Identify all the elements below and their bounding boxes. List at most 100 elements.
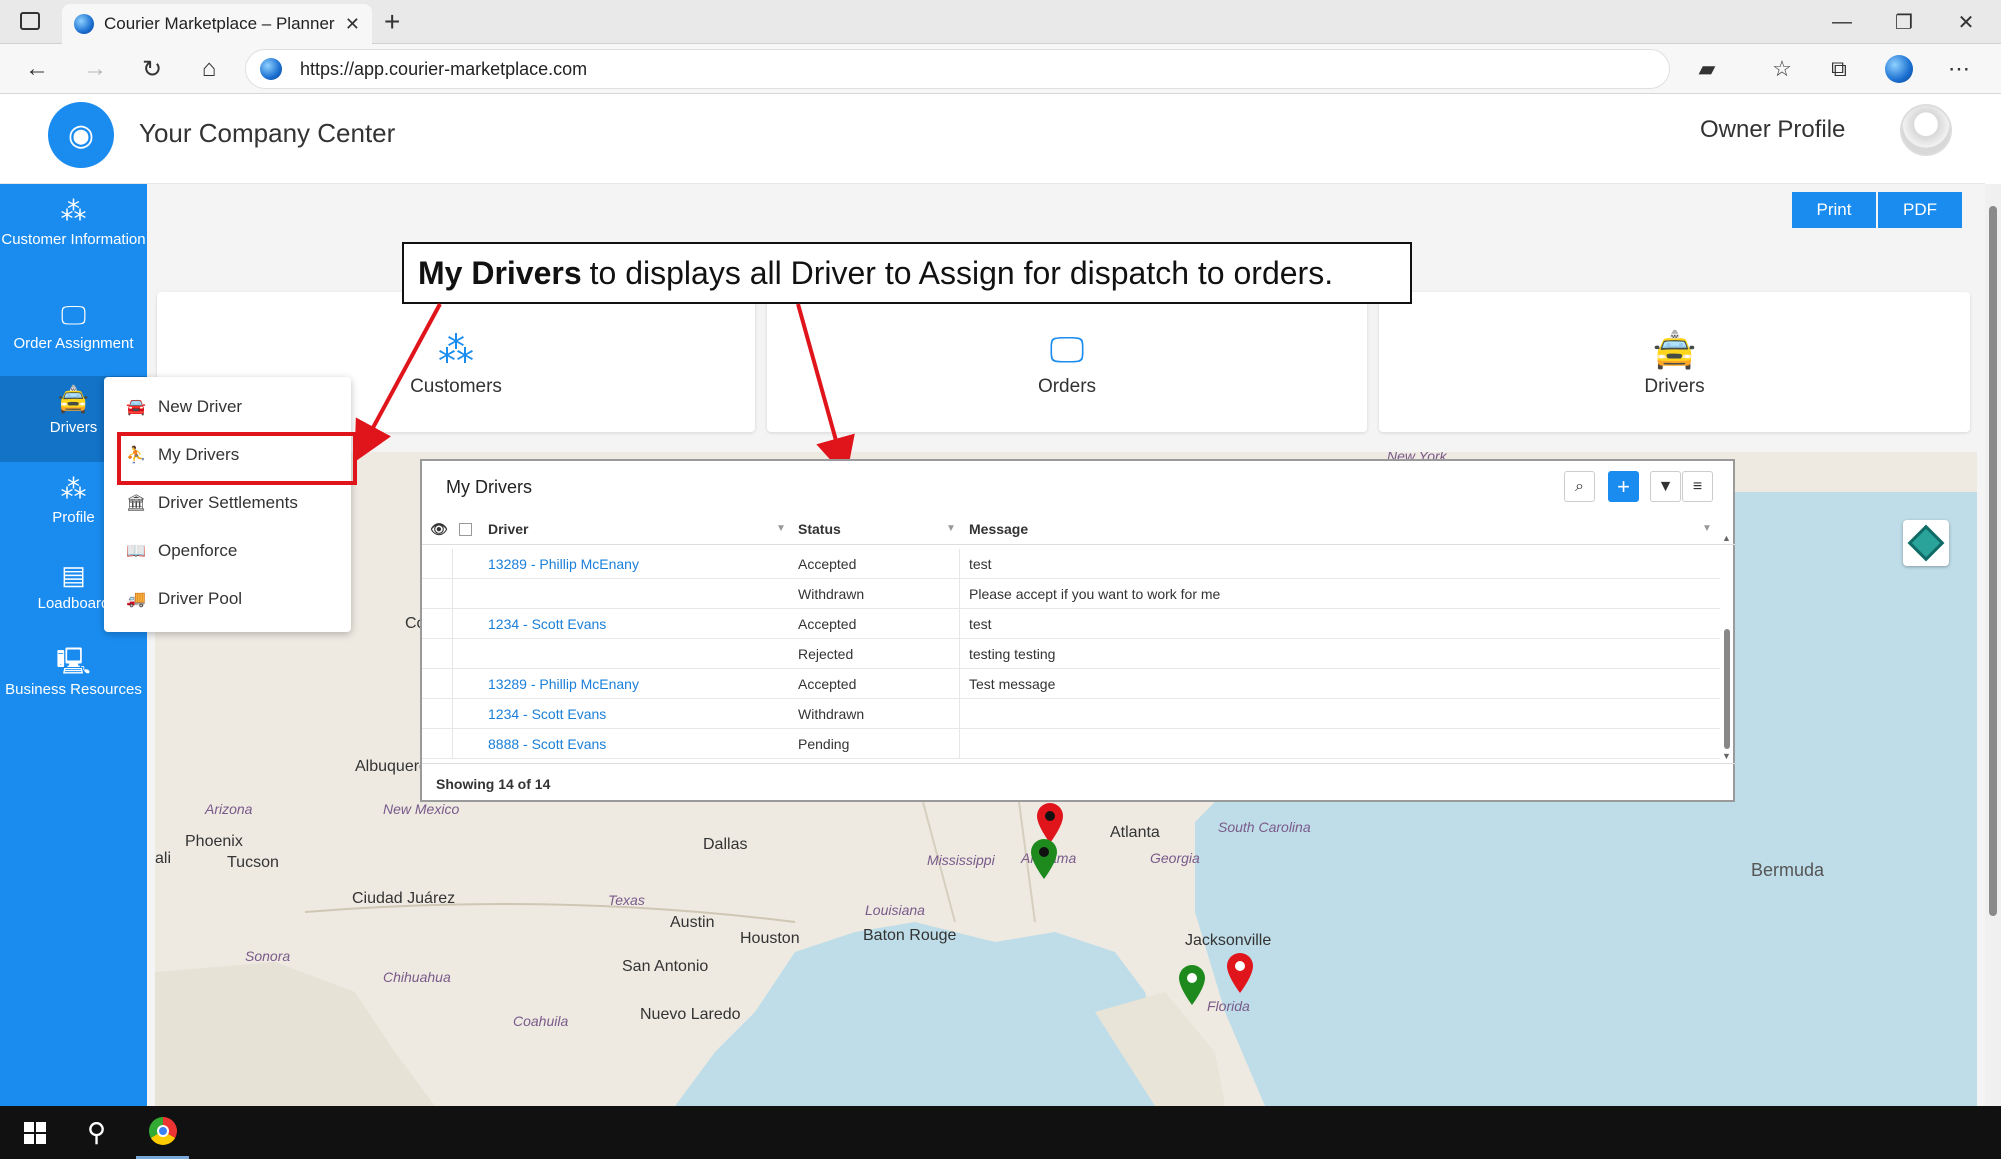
table-row[interactable]: Withdrawn Please accept if you want to w… bbox=[422, 579, 1720, 609]
driver-link[interactable]: 13289 - Phillip McEnany bbox=[488, 556, 639, 572]
map-label: South Carolina bbox=[1218, 819, 1311, 835]
cell-divider bbox=[452, 609, 453, 639]
map-pin-accepted[interactable] bbox=[1177, 964, 1207, 1006]
table-row[interactable]: 1234 - Scott Evans Accepted test bbox=[422, 609, 1720, 639]
map-pin-accepted[interactable] bbox=[1029, 838, 1059, 880]
map-pin-pending[interactable] bbox=[1225, 952, 1255, 994]
tab-title: Courier Marketplace – Planner bbox=[104, 14, 335, 33]
sidebar-item-customer-information[interactable]: ⁂ Customer Information bbox=[0, 196, 147, 272]
driver-link[interactable]: 1234 - Scott Evans bbox=[488, 706, 606, 722]
pdf-button[interactable]: PDF bbox=[1878, 192, 1962, 228]
menu-item-label: Driver Settlements bbox=[158, 493, 298, 512]
page-scroll-thumb[interactable] bbox=[1989, 206, 1997, 916]
cell-divider bbox=[959, 699, 960, 729]
search-icon[interactable]: ⚲ bbox=[70, 1106, 123, 1159]
reader-icon[interactable]: ▰ bbox=[1690, 52, 1724, 86]
owner-profile-link[interactable]: Owner Profile bbox=[1700, 116, 1845, 144]
menu-item-openforce[interactable]: 📖 Openforce bbox=[104, 531, 351, 571]
menu-item-label: Openforce bbox=[158, 541, 238, 560]
column-header-message[interactable]: Message bbox=[969, 521, 1028, 537]
sort-caret-icon[interactable]: ▼ bbox=[1702, 523, 1712, 534]
cell-divider bbox=[452, 669, 453, 699]
monitor-icon: 🖵 bbox=[60, 300, 87, 330]
menu-icon[interactable]: ≡ bbox=[1682, 471, 1713, 502]
sidebar-item-order-assignment[interactable]: 🖵 Order Assignment bbox=[0, 300, 147, 360]
print-button[interactable]: Print bbox=[1792, 192, 1876, 228]
map-label: Tucson bbox=[227, 854, 279, 871]
select-all-checkbox[interactable] bbox=[459, 523, 472, 536]
minimize-icon[interactable]: — bbox=[1820, 6, 1864, 38]
driver-link[interactable]: 13289 - Phillip McEnany bbox=[488, 676, 639, 692]
company-logo-icon[interactable]: ◉ bbox=[48, 102, 114, 168]
scroll-up-icon[interactable]: ▲ bbox=[1722, 533, 1731, 543]
column-header-status[interactable]: Status bbox=[798, 521, 841, 537]
grid-scrollbar[interactable]: ▲ ▼ bbox=[1721, 533, 1733, 761]
collections-icon[interactable]: ⧉ bbox=[1822, 52, 1856, 86]
home-icon[interactable]: ⌂ bbox=[192, 52, 226, 86]
menu-item-label: Driver Pool bbox=[158, 589, 243, 608]
status-cell: Pending bbox=[798, 736, 850, 752]
more-icon[interactable]: ⋯ bbox=[1942, 52, 1976, 86]
map-label: Phoenix bbox=[185, 833, 243, 850]
sidebar-item-business-resources[interactable]: 🖳 Business Resources bbox=[0, 646, 147, 706]
menu-item-driver-pool[interactable]: 🚚 Driver Pool bbox=[104, 579, 351, 619]
url-input[interactable]: https://app.courier-marketplace.com bbox=[245, 49, 1670, 89]
sort-caret-icon[interactable]: ▼ bbox=[946, 523, 956, 534]
chrome-icon[interactable] bbox=[136, 1106, 189, 1159]
page-scrollbar[interactable] bbox=[1985, 184, 2001, 1106]
status-cell: Accepted bbox=[798, 556, 857, 572]
status-cell: Withdrawn bbox=[798, 706, 865, 722]
map-label: Florida bbox=[1207, 998, 1250, 1014]
menu-item-new-driver[interactable]: 🚘 New Driver bbox=[104, 387, 351, 427]
close-window-icon[interactable]: ✕ bbox=[1944, 6, 1988, 38]
sidebar-item-label: Business Resources bbox=[5, 681, 142, 698]
sort-caret-icon[interactable]: ▼ bbox=[776, 523, 786, 534]
restore-icon[interactable]: ❐ bbox=[1882, 6, 1926, 38]
column-header-driver[interactable]: Driver bbox=[488, 521, 528, 537]
card-label: Drivers bbox=[1644, 376, 1705, 397]
sidebar-item-label: Customer Information bbox=[1, 231, 146, 248]
cell-divider bbox=[959, 729, 960, 759]
reload-icon[interactable]: ↻ bbox=[135, 52, 169, 86]
layers-button[interactable] bbox=[1903, 520, 1949, 566]
orders-card[interactable]: 🖵 Orders bbox=[767, 292, 1367, 432]
browser-tab[interactable]: Courier Marketplace – Planner ✕ bbox=[62, 4, 372, 44]
sidebar-item-label: Loadboard bbox=[37, 595, 110, 612]
drivers-card[interactable]: 🚖 Drivers bbox=[1379, 292, 1970, 432]
message-cell: test bbox=[969, 616, 992, 632]
site-globe-icon bbox=[260, 58, 282, 80]
menu-item-driver-settlements[interactable]: 🏛 Driver Settlements bbox=[104, 483, 351, 523]
sidebar-toggle-icon[interactable] bbox=[20, 12, 40, 30]
cell-divider bbox=[452, 699, 453, 729]
favorites-icon[interactable]: ☆ bbox=[1765, 52, 1799, 86]
table-row[interactable]: 13289 - Phillip McEnany Accepted Test me… bbox=[422, 669, 1720, 699]
resources-icon: 🖳 bbox=[56, 646, 91, 676]
map-label: Nuevo Laredo bbox=[640, 1006, 741, 1023]
driver-link[interactable]: 8888 - Scott Evans bbox=[488, 736, 606, 752]
back-icon[interactable]: ← bbox=[20, 52, 54, 86]
table-row[interactable]: 1234 - Scott Evans Withdrawn bbox=[422, 699, 1720, 729]
table-row[interactable]: Rejected testing testing bbox=[422, 639, 1720, 669]
filter-icon[interactable]: ▼ bbox=[1650, 471, 1681, 502]
eye-icon[interactable]: 👁 bbox=[430, 521, 448, 538]
add-button[interactable]: + bbox=[1608, 471, 1639, 502]
my-drivers-grid: My Drivers ⌕ + ▼ ≡ 👁 Driver ▼ Status ▼ M… bbox=[420, 459, 1735, 802]
grid-footer: Showing 14 of 14 bbox=[422, 763, 1735, 802]
map-label: Jacksonville bbox=[1185, 932, 1272, 949]
map-label: San Antonio bbox=[622, 958, 709, 975]
forward-icon[interactable]: → bbox=[78, 52, 112, 86]
windows-start-icon[interactable] bbox=[8, 1106, 61, 1159]
new-tab-button[interactable]: + bbox=[384, 6, 400, 38]
scroll-down-icon[interactable]: ▼ bbox=[1722, 751, 1731, 761]
table-row[interactable]: 13289 - Phillip McEnany Accepted test bbox=[422, 549, 1720, 579]
scroll-thumb[interactable] bbox=[1724, 629, 1730, 749]
driver-link[interactable]: 1234 - Scott Evans bbox=[488, 616, 606, 632]
cell-divider bbox=[959, 579, 960, 609]
status-cell: Withdrawn bbox=[798, 586, 865, 602]
tab-close-icon[interactable]: ✕ bbox=[345, 14, 360, 35]
table-row[interactable]: 8888 - Scott Evans Pending bbox=[422, 729, 1720, 759]
avatar[interactable] bbox=[1900, 104, 1952, 156]
profile-globe-icon[interactable] bbox=[1882, 52, 1916, 86]
search-icon[interactable]: ⌕ bbox=[1564, 471, 1595, 502]
callout-text: to displays all Driver to Assign for dis… bbox=[589, 254, 1334, 291]
